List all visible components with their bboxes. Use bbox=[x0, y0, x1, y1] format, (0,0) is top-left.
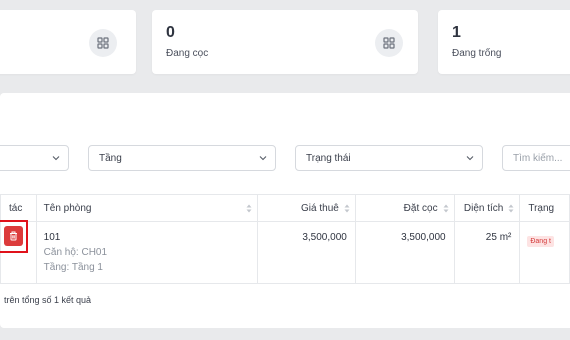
sort-icon bbox=[246, 204, 252, 213]
stat-card-deposited: 0 Đang cọc bbox=[152, 10, 418, 74]
rooms-panel: Tầng Trạng thái Tìm kiếm... tác Tên phòn… bbox=[0, 93, 570, 328]
grid-icon bbox=[375, 29, 403, 57]
rooms-table: tác Tên phòng Giá thuê Đặt cọc Diện tích… bbox=[0, 194, 570, 284]
status-badge: Đang t bbox=[527, 236, 554, 247]
pagination-summary: trên tổng số 1 kết quả bbox=[4, 295, 92, 305]
status-select-label: Trạng thái bbox=[306, 153, 351, 164]
status-cell: Đang t bbox=[519, 221, 570, 284]
col-deposit[interactable]: Đặt cọc bbox=[354, 194, 455, 222]
search-input[interactable]: Tìm kiếm... bbox=[502, 145, 570, 171]
table-row: 101 Căn hộ: CH01 Tầng: Tầng 1 3,500,000 … bbox=[0, 221, 570, 284]
col-status[interactable]: Trạng bbox=[519, 194, 570, 222]
room-floor: Tầng: Tầng 1 bbox=[43, 262, 103, 273]
sort-icon bbox=[443, 204, 449, 213]
chevron-down-icon bbox=[259, 156, 267, 161]
sort-icon bbox=[508, 204, 514, 213]
stat-label: Đang cọc bbox=[166, 48, 209, 59]
room-name-cell: 101 Căn hộ: CH01 Tầng: Tầng 1 bbox=[35, 221, 259, 284]
trash-icon bbox=[10, 231, 17, 241]
search-placeholder: Tìm kiếm... bbox=[513, 153, 563, 164]
area-cell: 25 m² bbox=[453, 221, 521, 284]
stat-value: 1 bbox=[452, 24, 461, 41]
page: 0 Đang cọc 1 Đang trống Tầng Trạng thái … bbox=[0, 0, 570, 340]
col-action: tác bbox=[0, 194, 37, 222]
floor-select[interactable]: Tầng bbox=[88, 145, 276, 171]
stat-card-empty bbox=[0, 10, 136, 74]
status-select[interactable]: Trạng thái bbox=[295, 145, 483, 171]
room-number: 101 bbox=[43, 232, 61, 243]
room-apartment: Căn hộ: CH01 bbox=[43, 247, 108, 258]
stat-value: 0 bbox=[166, 24, 175, 41]
chevron-down-icon bbox=[52, 156, 60, 161]
stat-label: Đang trống bbox=[452, 48, 502, 59]
sort-icon bbox=[344, 204, 350, 213]
floor-select-label: Tầng bbox=[99, 153, 122, 164]
delete-highlight bbox=[0, 220, 28, 253]
stat-card-vacant: 1 Đang trống bbox=[438, 10, 570, 74]
rent-cell: 3,500,000 bbox=[257, 221, 356, 284]
grid-icon bbox=[89, 29, 117, 57]
table-header-row: tác Tên phòng Giá thuê Đặt cọc Diện tích… bbox=[0, 194, 570, 222]
col-rent[interactable]: Giá thuê bbox=[257, 194, 356, 222]
col-room-name[interactable]: Tên phòng bbox=[35, 194, 259, 222]
delete-button[interactable] bbox=[4, 226, 23, 246]
deposit-cell: 3,500,000 bbox=[354, 221, 455, 284]
chevron-down-icon bbox=[466, 156, 474, 161]
filter-select-first[interactable] bbox=[0, 145, 69, 171]
col-area[interactable]: Diện tích bbox=[453, 194, 521, 222]
